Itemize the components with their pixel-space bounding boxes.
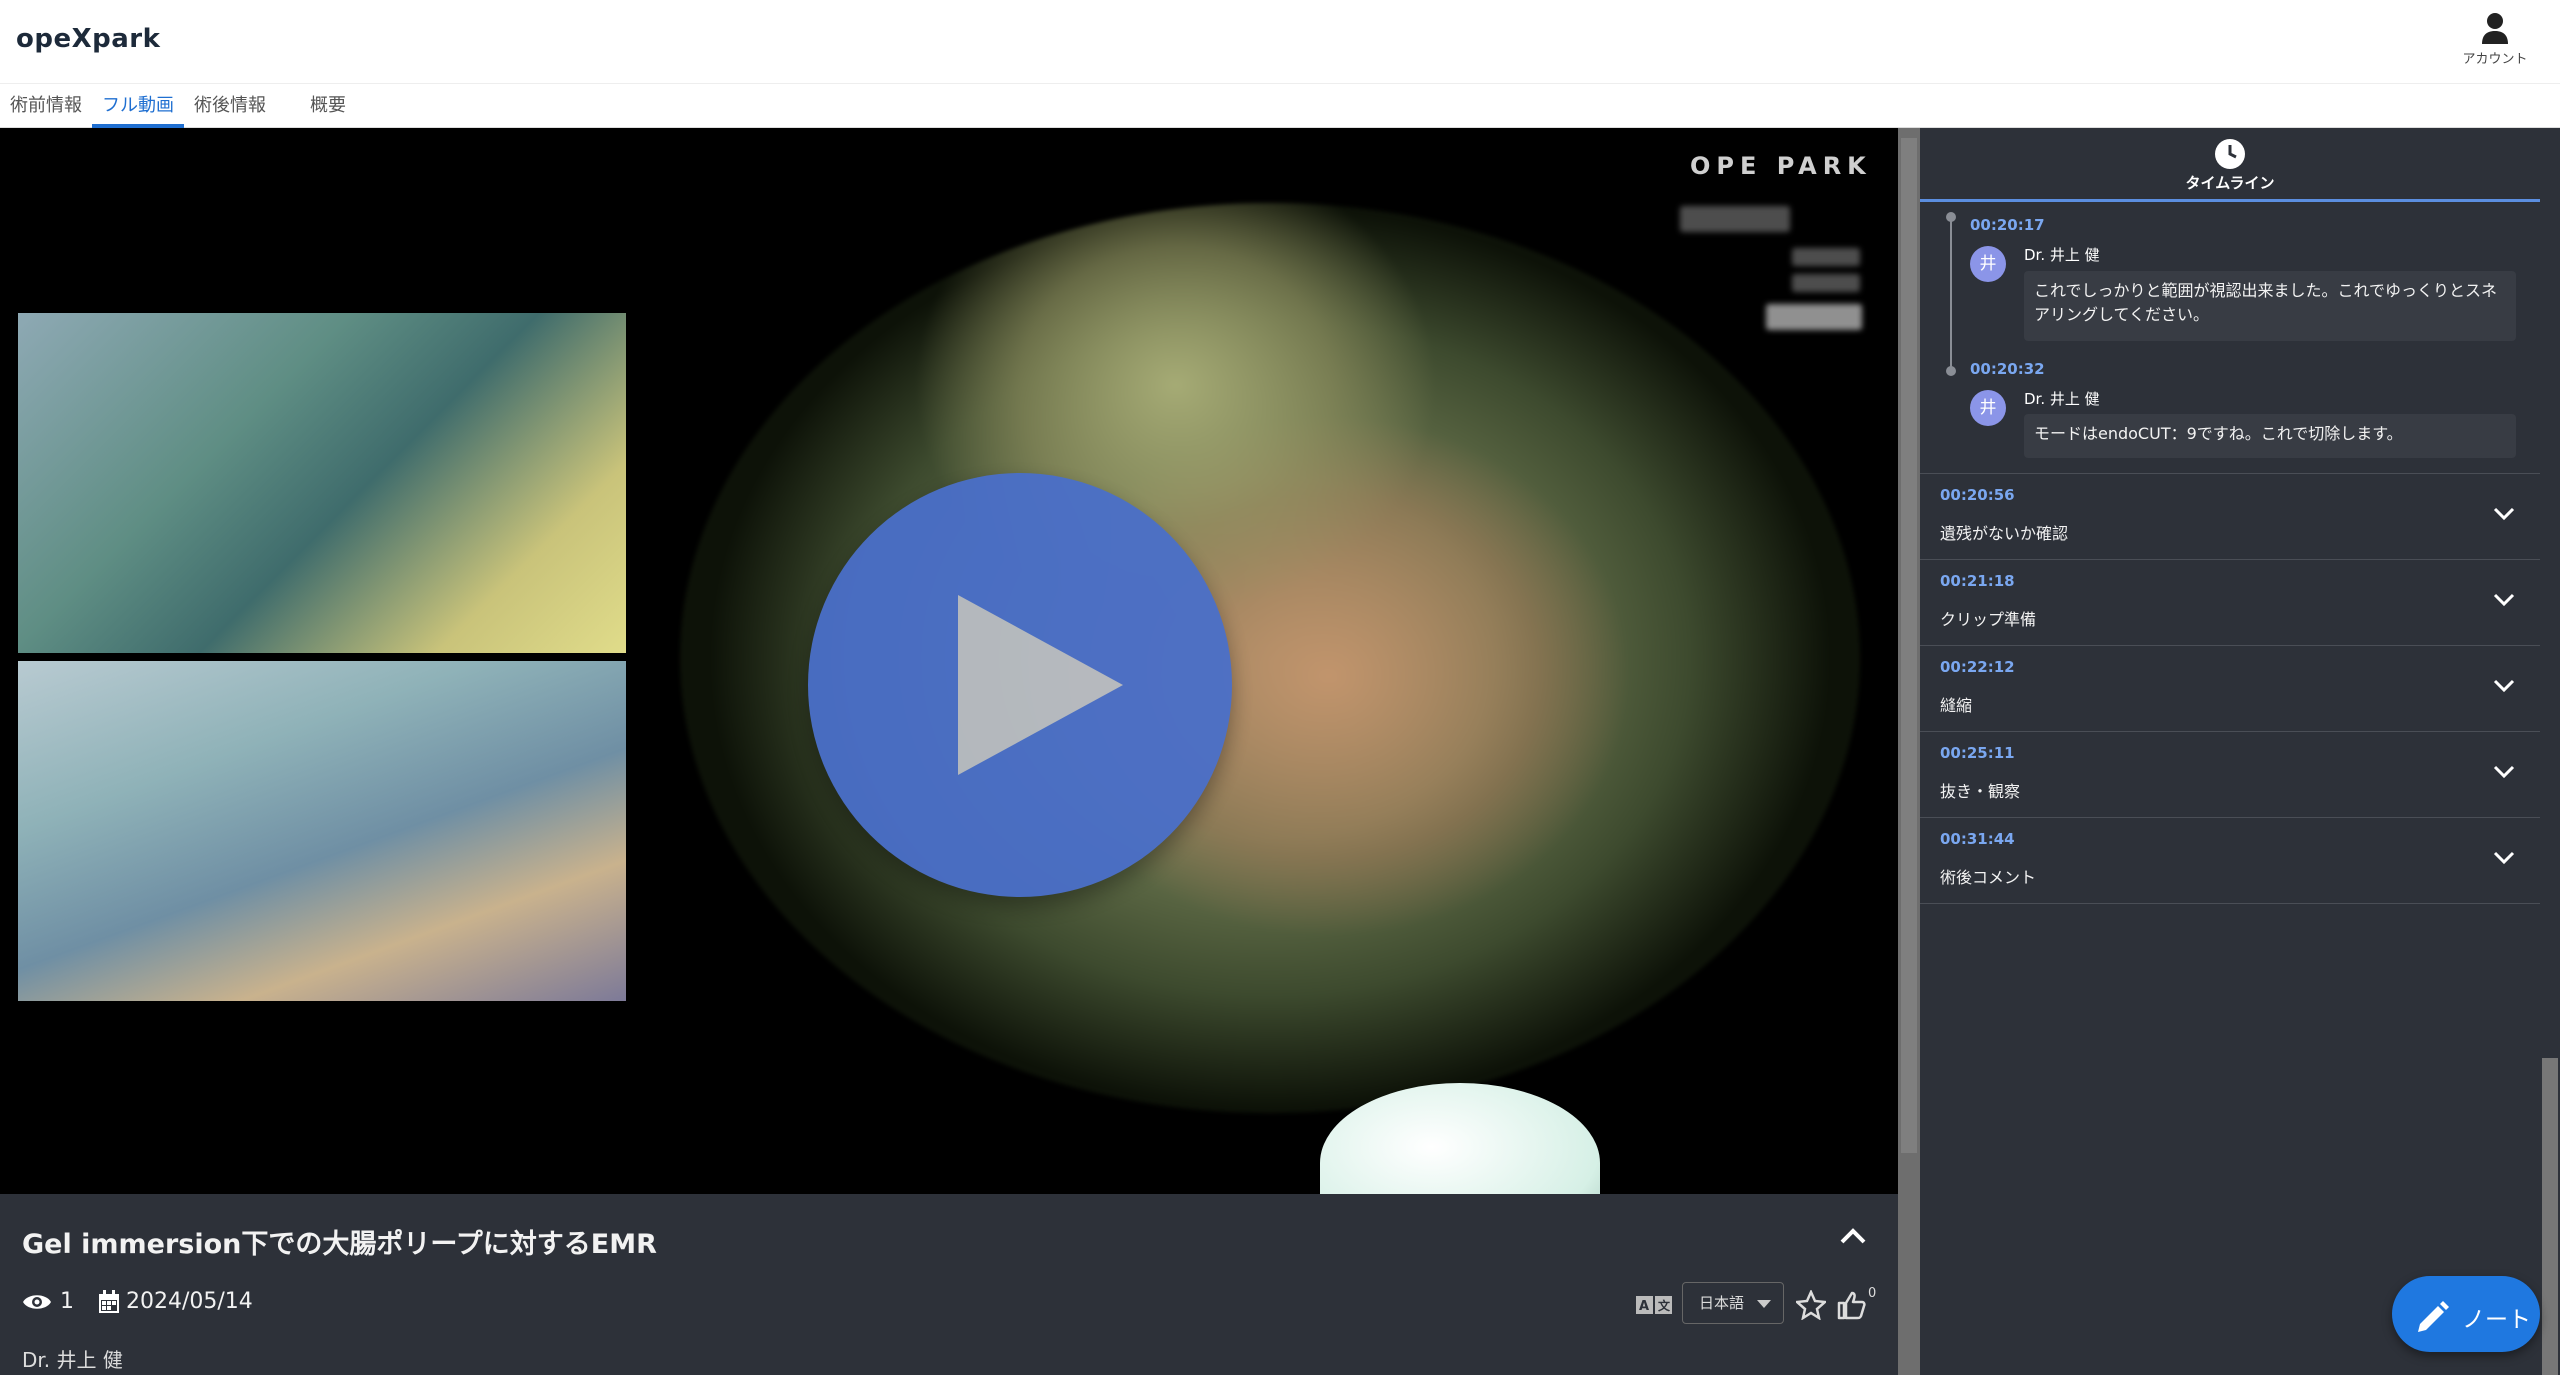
scrollbar-thumb[interactable]: [2542, 1058, 2558, 1375]
video-watermark: OPE PARK: [1690, 152, 1872, 180]
tab-full-video[interactable]: フル動画: [92, 84, 184, 128]
user-icon: [2482, 13, 2508, 44]
svg-text:A: A: [1639, 1299, 1649, 1314]
video-author: Dr. 井上 健: [22, 1348, 123, 1372]
eye-icon: [23, 1294, 51, 1309]
account-button[interactable]: アカウント: [2450, 12, 2540, 67]
chevron-down-icon[interactable]: [2492, 506, 2516, 522]
tab-bar: 術前情報 フル動画 術後情報 概要: [0, 84, 2560, 128]
tab-postop-info[interactable]: 術後情報: [184, 84, 276, 128]
room-camera-top: [18, 313, 626, 653]
chevron-down-icon[interactable]: [2492, 850, 2516, 866]
timeline-section[interactable]: 00:21:18 クリップ準備: [1920, 560, 2540, 646]
play-button[interactable]: [808, 473, 1232, 897]
section-title: 術後コメント: [1940, 868, 2037, 887]
avatar: 井: [1970, 390, 2006, 426]
play-icon: [958, 595, 1123, 775]
room-camera-pip: [18, 313, 626, 1001]
publish-date: 2024/05/14: [126, 1289, 253, 1314]
section-title: クリップ準備: [1940, 610, 2037, 629]
chevron-down-icon[interactable]: [2492, 764, 2516, 780]
calendar-icon: [99, 1289, 119, 1313]
timeline-tab[interactable]: タイムライン: [1920, 128, 2540, 202]
star-icon[interactable]: [1796, 1290, 1826, 1320]
blurred-overlay-text: [1766, 304, 1862, 330]
entry-author: Dr. 井上 健: [2024, 390, 2100, 408]
entry-comment: これでしっかりと範囲が視認出来ました。これでゆっくりとスネアリングしてください。: [2024, 271, 2516, 341]
language-select[interactable]: 日本語: [1682, 1282, 1784, 1324]
view-count: 1: [60, 1289, 74, 1314]
timeline-section[interactable]: 00:31:44 術後コメント: [1920, 818, 2540, 904]
timeline-line: [1950, 216, 1952, 374]
chevron-down-icon[interactable]: [2492, 592, 2516, 608]
like-count: 0: [1868, 1286, 1877, 1301]
section-title: 遺残がないか確認: [1940, 524, 2069, 543]
sidebar-scrollbar[interactable]: [2540, 128, 2560, 1375]
timeline-section[interactable]: 00:22:12 縫縮: [1920, 646, 2540, 732]
entry-comment: モードはendoCUT：9ですね。これで切除します。: [2024, 414, 2516, 458]
caret-down-icon: [1757, 1300, 1771, 1308]
section-title: 抜き・観察: [1940, 782, 2021, 801]
entry-timestamp[interactable]: 00:20:32: [1970, 360, 2045, 378]
account-label: アカウント: [2462, 52, 2528, 67]
note-button[interactable]: ノート: [2392, 1276, 2540, 1352]
video-stats: 1 2024/05/14: [22, 1289, 253, 1314]
expanded-timeline-section: 00:20:17 井 Dr. 井上 健 これでしっかりと範囲が視認出来ました。こ…: [1920, 206, 2540, 474]
language-select-value: 日本語: [1699, 1294, 1745, 1312]
section-timestamp: 00:21:18: [1940, 572, 2015, 590]
blurred-overlay-text: [1792, 248, 1860, 266]
blurred-overlay-text: [1792, 274, 1860, 292]
timeline-dot: [1946, 212, 1956, 222]
section-timestamp: 00:25:11: [1940, 744, 2015, 762]
video-title: Gel immersion下での大腸ポリープに対するEMR: [22, 1229, 657, 1260]
translate-icon: A 文: [1636, 1296, 1672, 1314]
timeline-section[interactable]: 00:20:56 遺残がないか確認: [1920, 474, 2540, 560]
blurred-overlay-text: [1680, 206, 1790, 232]
svg-text:文: 文: [1658, 1298, 1671, 1313]
section-timestamp: 00:20:56: [1940, 486, 2015, 504]
entry-author: Dr. 井上 健: [2024, 246, 2100, 264]
section-timestamp: 00:31:44: [1940, 830, 2015, 848]
timeline-dot: [1946, 366, 1956, 376]
video-player[interactable]: OPE PARK: [0, 128, 1898, 1194]
tab-preop-info[interactable]: 術前情報: [0, 84, 92, 128]
video-scrollbar[interactable]: [1898, 128, 1920, 1375]
thumbs-up-icon[interactable]: [1836, 1290, 1866, 1320]
chevron-down-icon[interactable]: [2492, 678, 2516, 694]
video-info-panel: Gel immersion下での大腸ポリープに対するEMR 1 2024/05/…: [0, 1194, 1898, 1375]
room-camera-bottom: [18, 661, 626, 1001]
entry-timestamp[interactable]: 00:20:17: [1970, 216, 2045, 234]
app-logo[interactable]: opeXpark: [16, 24, 160, 54]
top-header: opeXpark アカウント: [0, 0, 2560, 84]
clock-icon: [2215, 139, 2245, 169]
chevron-up-icon[interactable]: [1838, 1224, 1868, 1248]
tab-overview[interactable]: 概要: [300, 84, 356, 128]
scrollbar-thumb[interactable]: [1901, 138, 1917, 1153]
timeline-sidebar: タイムライン 00:20:17 井 Dr. 井上 健 これでしっかりと範囲が視認…: [1920, 128, 2540, 1375]
timeline-section[interactable]: 00:25:11 抜き・観察: [1920, 732, 2540, 818]
pencil-icon: [2418, 1301, 2449, 1332]
timeline-label: タイムライン: [2185, 174, 2275, 192]
section-timestamp: 00:22:12: [1940, 658, 2015, 676]
note-button-label: ノート: [2462, 1307, 2531, 1333]
avatar: 井: [1970, 246, 2006, 282]
section-title: 縫縮: [1940, 696, 1973, 715]
